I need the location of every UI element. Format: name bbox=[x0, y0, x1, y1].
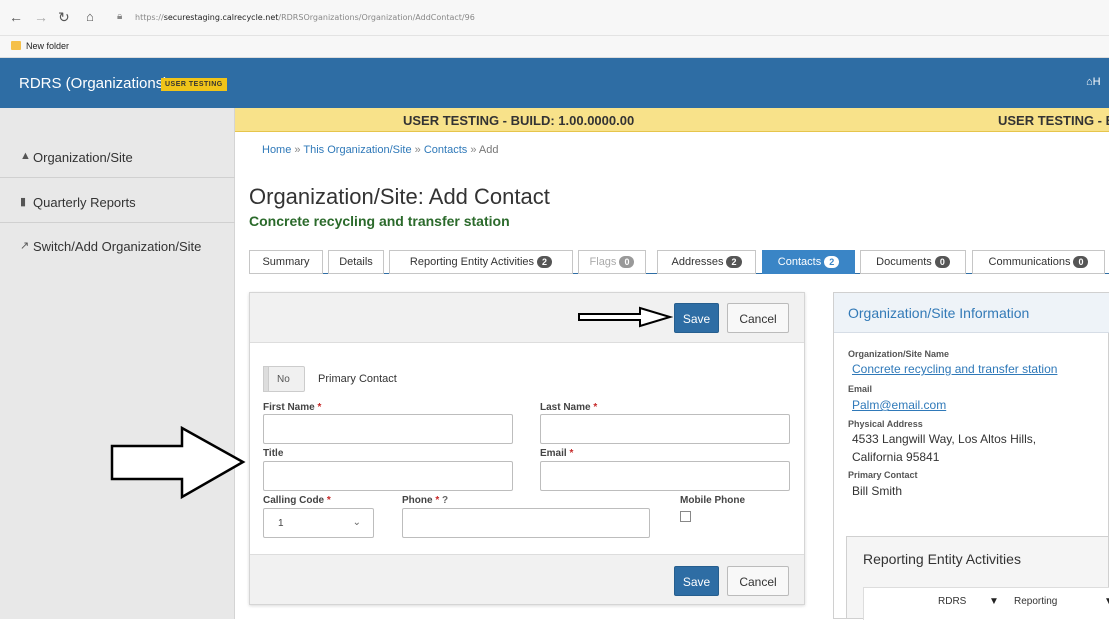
question-circle-icon[interactable]: ? bbox=[442, 495, 448, 506]
user-testing-badge: USER TESTING bbox=[161, 78, 227, 91]
last-name-label: Last Name * bbox=[540, 402, 598, 413]
home-icon[interactable]: ⌂ bbox=[86, 9, 94, 24]
save-button-bottom[interactable]: Save bbox=[674, 566, 719, 596]
banner-text: USER TESTING - BUILD: 1.00.0000.00 bbox=[403, 113, 635, 128]
banner-text-repeat: USER TESTING - BU bbox=[998, 113, 1109, 128]
tab-addresses[interactable]: Addresses 2 bbox=[657, 250, 756, 274]
page-title: Organization/Site: Add Contact bbox=[249, 184, 550, 209]
phone-input[interactable] bbox=[402, 508, 650, 538]
page-subtitle: Concrete recycling and transfer station bbox=[249, 213, 510, 229]
app-header: RDRS (Organizations) USER TESTING ⌂H bbox=[0, 58, 1109, 108]
mobile-phone-label: Mobile Phone bbox=[680, 495, 745, 506]
reporting-activities-panel: Reporting Entity Activities RDRS ▼ Repor… bbox=[846, 536, 1109, 620]
primary-contact-info-label: Primary Contact bbox=[848, 470, 918, 480]
reporting-activities-title: Reporting Entity Activities bbox=[863, 551, 1021, 567]
cancel-button[interactable]: Cancel bbox=[727, 303, 789, 333]
filter-icon[interactable]: ▼ bbox=[989, 596, 999, 607]
forward-icon[interactable]: → bbox=[34, 9, 48, 25]
bookmark-new-folder[interactable]: New folder bbox=[26, 41, 69, 51]
address-line-2: California 95841 bbox=[852, 450, 940, 464]
breadcrumb-org[interactable]: This Organization/Site bbox=[303, 144, 411, 156]
primary-contact-name: Bill Smith bbox=[852, 484, 903, 498]
info-panel-header: Organization/Site Information bbox=[834, 293, 1109, 333]
org-name-link[interactable]: Concrete recycling and transfer station bbox=[852, 362, 1057, 376]
mobile-phone-checkbox[interactable] bbox=[680, 511, 691, 522]
tab-details[interactable]: Details bbox=[328, 250, 384, 274]
form-header bbox=[250, 293, 804, 343]
home-link[interactable]: ⌂H bbox=[1086, 76, 1101, 88]
external-link-icon: ↗ bbox=[20, 240, 30, 252]
activities-grid: RDRS ▼ Reporting ▼ bbox=[863, 587, 1109, 620]
breadcrumb: Home » This Organization/Site » Contacts… bbox=[262, 144, 499, 156]
address-line-1: 4533 Langwill Way, Los Altos Hills, bbox=[852, 432, 1037, 446]
email-input[interactable] bbox=[540, 461, 790, 491]
chevron-down-icon: ⌄ bbox=[352, 517, 361, 528]
breadcrumb-current: Add bbox=[478, 144, 499, 156]
calling-code-label: Calling Code * bbox=[263, 495, 331, 506]
email-info-label: Email bbox=[848, 384, 873, 394]
build-banner: USER TESTING - BUILD: 1.00.0000.00 USER … bbox=[235, 108, 1109, 132]
tab-bar: Summary Details Reporting Entity Activit… bbox=[249, 250, 1109, 274]
grid-col-reporting[interactable]: Reporting bbox=[1014, 596, 1057, 607]
calling-code-select[interactable]: 1 ⌄ bbox=[263, 508, 374, 538]
annotation-arrow-right-large bbox=[110, 426, 246, 500]
count-badge: 2 bbox=[537, 256, 553, 268]
house-icon: ⌂ bbox=[1086, 76, 1093, 88]
form-footer bbox=[250, 554, 804, 604]
tab-communications[interactable]: Communications 0 bbox=[972, 250, 1105, 274]
phone-label: Phone * ? bbox=[402, 495, 449, 506]
count-badge: 2 bbox=[726, 256, 742, 268]
sidebar-item-switch-add[interactable]: ↗ Switch/Add Organization/Site bbox=[0, 223, 235, 267]
title-label: Title bbox=[263, 448, 284, 459]
address-bar[interactable]: https://securestaging.calrecycle.net/RDR… bbox=[135, 13, 475, 22]
user-icon: ▲ bbox=[20, 150, 31, 162]
tab-contacts[interactable]: Contacts 2 bbox=[762, 250, 855, 274]
add-contact-form bbox=[249, 292, 805, 605]
back-icon[interactable]: ← bbox=[9, 9, 23, 25]
org-name-label: Organization/Site Name bbox=[848, 349, 950, 359]
primary-contact-label: Primary Contact bbox=[318, 373, 397, 385]
folder-icon bbox=[11, 41, 21, 50]
count-badge: 2 bbox=[824, 256, 840, 268]
sidebar-item-quarterly-reports[interactable]: ▮ Quarterly Reports bbox=[0, 179, 235, 223]
breadcrumb-contacts[interactable]: Contacts bbox=[424, 144, 467, 156]
count-badge: 0 bbox=[934, 256, 950, 268]
first-name-input[interactable] bbox=[263, 414, 513, 444]
tab-flags: Flags 0 bbox=[578, 250, 646, 274]
tab-summary[interactable]: Summary bbox=[249, 250, 323, 274]
last-name-input[interactable] bbox=[540, 414, 790, 444]
primary-contact-toggle[interactable]: No bbox=[263, 366, 305, 392]
sidebar: ▲ Organization/Site ▮ Quarterly Reports … bbox=[0, 108, 235, 619]
app-title[interactable]: RDRS (Organizations) bbox=[19, 75, 168, 92]
cancel-button-bottom[interactable]: Cancel bbox=[727, 566, 789, 596]
email-link[interactable]: Palm@email.com bbox=[852, 398, 946, 412]
bookmarks-bar: New folder bbox=[0, 36, 1109, 58]
info-panel-title: Organization/Site Information bbox=[848, 305, 1030, 321]
title-input[interactable] bbox=[263, 461, 513, 491]
first-name-label: First Name * bbox=[263, 402, 322, 413]
annotation-arrow-right-small bbox=[578, 306, 673, 328]
address-label: Physical Address bbox=[848, 419, 923, 429]
grid-col-rdrs[interactable]: RDRS bbox=[938, 596, 966, 607]
sidebar-item-organization-site[interactable]: ▲ Organization/Site bbox=[0, 134, 235, 178]
refresh-icon[interactable]: ↻ bbox=[58, 9, 70, 26]
count-badge: 0 bbox=[1073, 256, 1089, 268]
tab-reporting-entity-activities[interactable]: Reporting Entity Activities 2 bbox=[389, 250, 573, 274]
toggle-knob[interactable] bbox=[263, 366, 269, 392]
count-badge: 0 bbox=[619, 256, 635, 268]
bar-chart-icon: ▮ bbox=[20, 196, 27, 208]
save-button[interactable]: Save bbox=[674, 303, 719, 333]
tab-documents[interactable]: Documents 0 bbox=[860, 250, 966, 274]
lock-icon: 🔒︎ bbox=[117, 11, 123, 22]
browser-toolbar: ← → ↻ ⌂ 🔒︎ https://securestaging.calrecy… bbox=[0, 0, 1109, 36]
breadcrumb-home[interactable]: Home bbox=[262, 144, 291, 156]
email-label: Email * bbox=[540, 448, 574, 459]
filter-icon[interactable]: ▼ bbox=[1104, 596, 1109, 607]
